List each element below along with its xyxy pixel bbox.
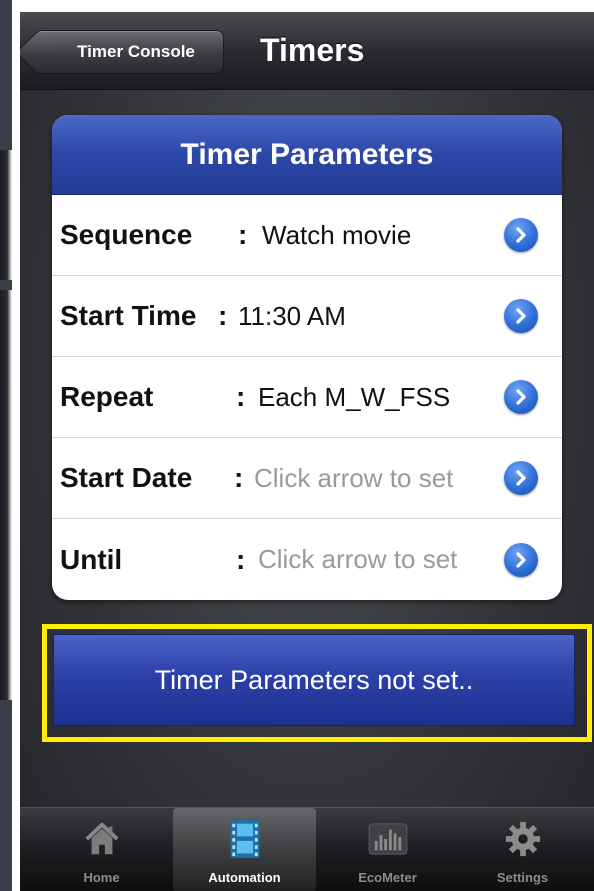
row-repeat[interactable]: Repeat : Each M_W_FSS [52, 357, 562, 438]
tab-home[interactable]: Home [30, 808, 173, 891]
navigation-bar: Timer Console Timers [20, 12, 594, 90]
back-button[interactable]: Timer Console [34, 30, 224, 74]
row-separator: : [236, 543, 246, 575]
row-until[interactable]: Until : Click arrow to set [52, 519, 562, 600]
row-label: Start Time [60, 300, 197, 331]
status-message: Timer Parameters not set.. [154, 664, 474, 695]
row-label: Start Date [60, 462, 193, 493]
chevron-right-icon[interactable] [504, 380, 538, 414]
row-separator: : [234, 462, 244, 493]
tab-label: EcoMeter [358, 870, 417, 885]
row-value: Click arrow to set [254, 462, 454, 493]
back-button-label: Timer Console [77, 42, 195, 61]
tab-settings[interactable]: Settings [451, 808, 594, 891]
tab-bar: Home Automation EcoMeter Settings [20, 807, 594, 891]
phone-screen: Timer Console Timers Timer Parameters Se… [20, 12, 594, 891]
left-edge-strip [0, 0, 12, 891]
timer-parameters-card: Timer Parameters Sequence : Watch movie … [52, 115, 562, 600]
row-separator: : [238, 219, 248, 250]
chevron-right-icon[interactable] [504, 299, 538, 333]
status-message-button[interactable]: Timer Parameters not set.. [53, 634, 575, 726]
tab-label: Automation [208, 870, 281, 885]
page-title: Timers [260, 32, 365, 68]
gear-icon [500, 816, 546, 862]
tab-label: Home [83, 870, 120, 885]
row-value: Click arrow to set [258, 544, 458, 574]
card-header: Timer Parameters [52, 115, 562, 195]
tab-label: Settings [496, 870, 549, 885]
film-icon [222, 816, 268, 862]
bar-meter-icon [365, 816, 411, 862]
chevron-right-icon[interactable] [504, 542, 538, 577]
row-label: Repeat [60, 381, 154, 412]
chevron-right-icon[interactable] [504, 218, 538, 252]
edge-band [0, 280, 12, 290]
row-label: Sequence [60, 219, 193, 250]
row-value: Watch movie [262, 219, 412, 250]
row-value: Each M_W_FSS [258, 381, 451, 412]
edge-band [0, 700, 12, 891]
tab-ecometer[interactable]: EcoMeter [316, 808, 459, 891]
tab-automation[interactable]: Automation [173, 808, 316, 891]
row-separator: : [236, 381, 246, 412]
chevron-right-icon[interactable] [504, 461, 538, 495]
row-start-time[interactable]: Start Time : 11:30 AM [52, 276, 562, 357]
home-icon [79, 816, 125, 862]
edge-band [0, 0, 12, 150]
row-sequence[interactable]: Sequence : Watch movie [52, 195, 562, 276]
row-separator: : [218, 300, 228, 331]
row-start-date[interactable]: Start Date : Click arrow to set [52, 438, 562, 519]
row-value: 11:30 AM [238, 300, 346, 331]
row-label: Until [60, 543, 123, 575]
